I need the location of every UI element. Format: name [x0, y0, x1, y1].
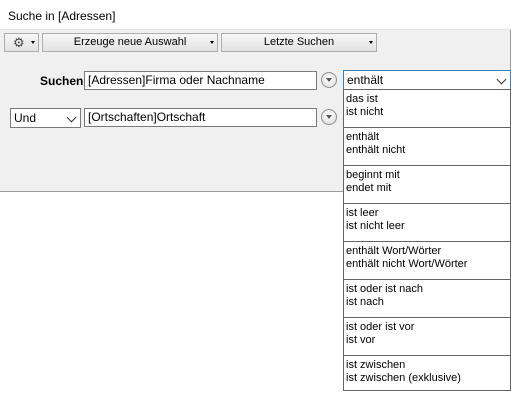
title-bar: Suche in [Adressen] — [0, 0, 511, 30]
search-field-2[interactable]: [Ortschaften]Ortschaft — [84, 108, 317, 127]
operator-select-1[interactable]: enthält — [343, 70, 511, 90]
option-text: ist zwischen (exklusive) — [346, 372, 461, 384]
conjunction-select-value: Und — [14, 111, 37, 125]
chevron-down-icon — [326, 115, 332, 119]
option-text: ist nicht leer — [346, 220, 405, 232]
new-selection-label: Erzeuge neue Auswahl — [73, 36, 187, 48]
option-text: ist zwischen — [346, 359, 406, 371]
caret-down-icon — [210, 41, 214, 44]
option-text: ist oder ist vor — [346, 321, 415, 333]
dropdown-option[interactable]: enthält Wort/Wörter enthält nicht Wort/W… — [344, 242, 510, 280]
chevron-down-icon — [326, 78, 332, 82]
chevron-down-icon — [66, 112, 77, 123]
dropdown-option[interactable]: ist leer ist nicht leer — [344, 204, 510, 242]
new-selection-button[interactable]: Erzeuge neue Auswahl — [42, 33, 218, 52]
field-picker-button-2[interactable] — [321, 109, 337, 125]
caret-down-icon — [369, 41, 373, 44]
dropdown-option[interactable]: das ist ist nicht — [344, 90, 510, 128]
dropdown-option[interactable]: ist oder ist vor ist vor — [344, 318, 510, 356]
option-text: ist nach — [346, 296, 384, 308]
option-text: beginnt mit — [346, 169, 400, 181]
field-picker-button-1[interactable] — [321, 72, 337, 88]
gear-icon: ⚙ — [13, 35, 25, 50]
operator-select-1-value: enthält — [347, 73, 384, 87]
option-text: das ist — [346, 93, 378, 105]
dropdown-option[interactable]: ist oder ist nach ist nach — [344, 280, 510, 318]
dropdown-option[interactable]: beginnt mit endet mit — [344, 166, 510, 204]
option-text: endet mit — [346, 182, 392, 194]
dropdown-option[interactable]: enthält enthält nicht — [344, 128, 510, 166]
option-text: enthält Wort/Wörter — [346, 245, 442, 257]
option-text: enthält nicht — [346, 144, 406, 156]
search-field-1[interactable]: [Adressen]Firma oder Nachname — [84, 71, 317, 90]
search-label: Suchen: — [40, 74, 88, 88]
option-text: ist oder ist nach — [346, 283, 424, 295]
search-field-1-value: [Adressen]Firma oder Nachname — [88, 73, 265, 87]
operator-dropdown-list: das ist ist nicht enthält enthält nicht … — [343, 89, 511, 391]
dropdown-option[interactable]: ist zwischen ist zwischen (exklusive) — [344, 356, 510, 394]
option-text: ist vor — [346, 334, 376, 346]
settings-menu-button[interactable]: ⚙ — [4, 33, 39, 52]
conjunction-select[interactable]: Und — [10, 108, 81, 128]
option-text: enthält nicht Wort/Wörter — [346, 258, 468, 270]
recent-searches-label: Letzte Suchen — [263, 36, 335, 48]
chevron-down-icon — [496, 74, 507, 85]
window-title: Suche in [Adressen] — [8, 9, 116, 23]
caret-down-icon — [31, 41, 35, 44]
recent-searches-button[interactable]: Letzte Suchen — [221, 33, 377, 52]
search-field-2-value: [Ortschaften]Ortschaft — [88, 110, 206, 124]
option-text: enthält — [346, 131, 380, 143]
option-text: ist nicht — [346, 106, 384, 118]
option-text: ist leer — [346, 207, 379, 219]
